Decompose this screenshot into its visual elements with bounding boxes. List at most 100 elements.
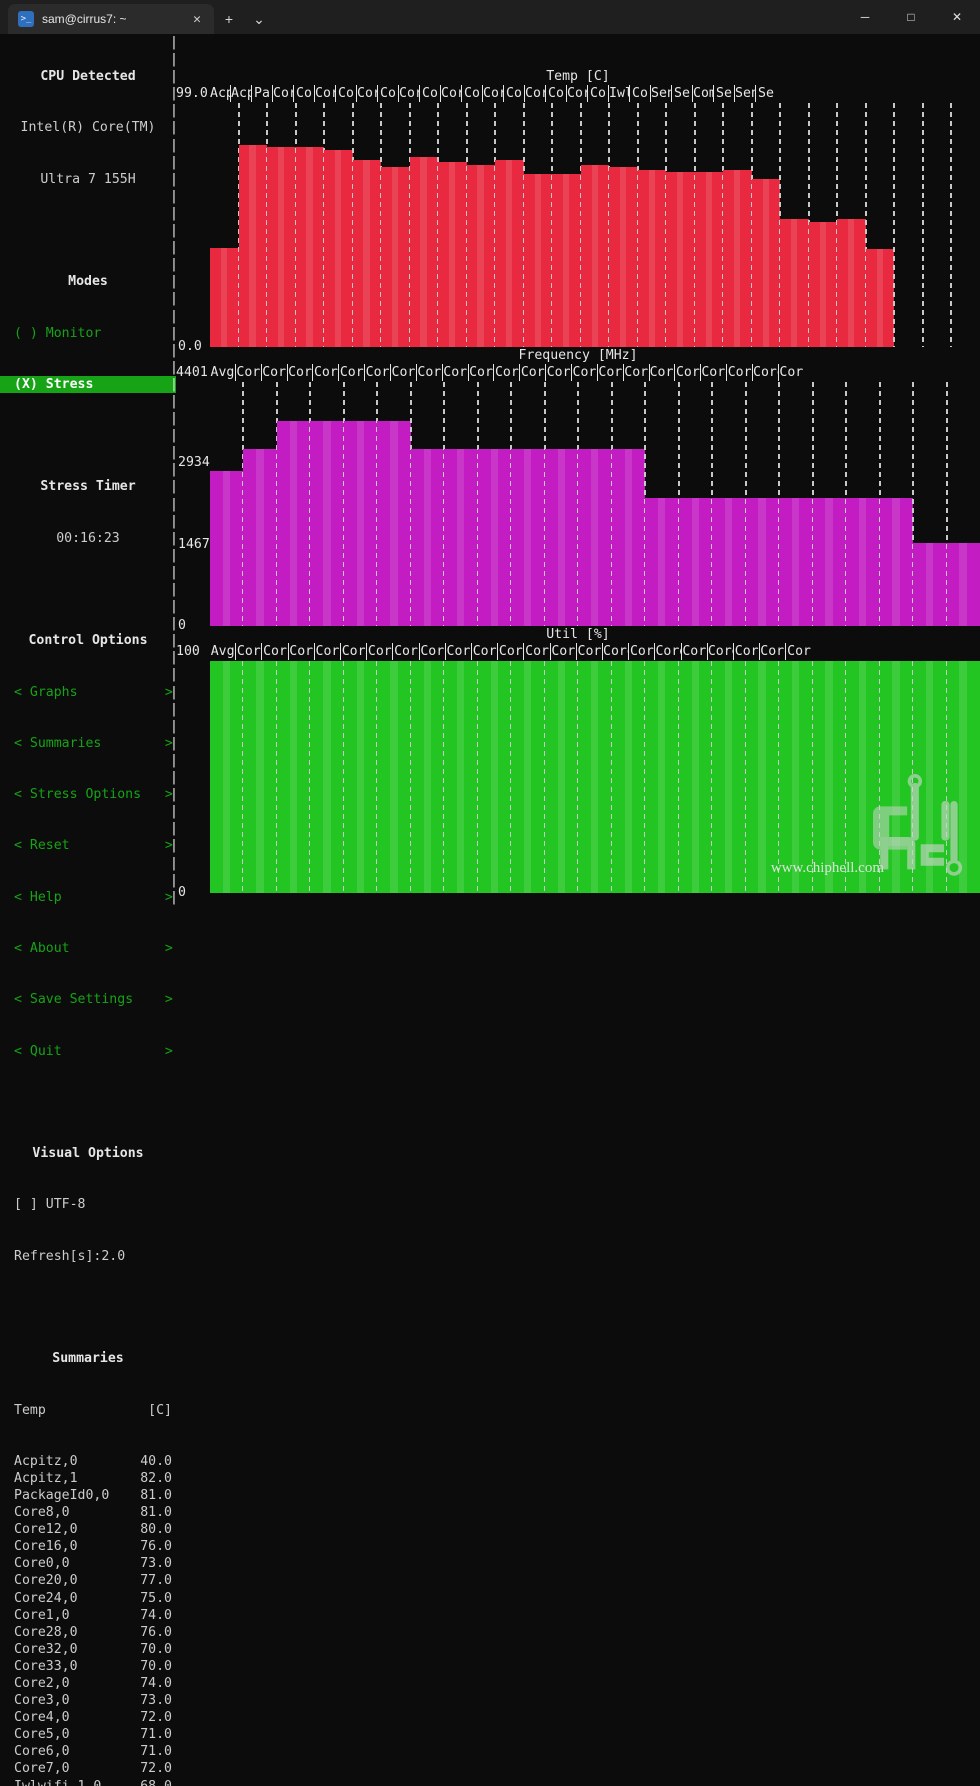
chart-bar-slot	[210, 382, 245, 627]
maximize-button[interactable]: □	[888, 0, 934, 34]
chart-header-row: 4401 Avg Cor Cor Cor Cor Cor Cor Cor Cor Cor Cor Cor…	[176, 364, 804, 382]
chart-category-label: Cor	[236, 364, 262, 382]
chart-bar	[310, 420, 344, 627]
chart-category-label: Cor	[394, 643, 420, 661]
chart-bar-slot	[678, 382, 714, 626]
control-item-reset[interactable]: < Reset >	[0, 837, 176, 854]
summary-row: Core24,0 75.0	[0, 1590, 176, 1607]
chart-plot-area: 0 1467 2934	[176, 382, 980, 633]
summary-sensor-value: 73.0	[140, 1693, 172, 1709]
chart-bar	[444, 661, 478, 893]
chart-bar-slot	[611, 382, 647, 627]
chart-category-label: Cor	[787, 644, 811, 660]
summary-row: Core33,0 70.0	[0, 1658, 176, 1675]
chart-bar-slot	[511, 382, 546, 627]
mode-stress-option[interactable]: (X) Stress	[0, 375, 176, 393]
chart-bar	[377, 661, 411, 893]
cpu-model-line1: Intel(R) Core(TM)	[20, 120, 156, 136]
chart-bar	[523, 174, 553, 347]
chart-category-label: Se	[758, 86, 774, 102]
summary-sensor-value: 68.0	[140, 1778, 172, 1786]
chart-category-label: Core	[655, 643, 682, 661]
summary-sensor-name: Core33,0	[14, 1658, 78, 1674]
control-item-summaries[interactable]: < Summaries >	[0, 735, 176, 752]
chart-category-label: Avg	[210, 643, 237, 661]
chart-bar	[210, 661, 244, 893]
chart-category-label: Cor	[289, 643, 315, 661]
chart-bar-slot	[712, 661, 747, 893]
chart-ymax-label: 4401	[176, 365, 208, 381]
chart-bar-slot	[637, 103, 668, 348]
chart-bar	[580, 164, 610, 348]
summary-sensor-name: Core3,0	[14, 1693, 70, 1709]
graphs-area: Temp [C]99.0AcpAcpPaCorCoCorCoCorCoCorCo…	[176, 34, 980, 900]
chart-bar	[377, 420, 411, 627]
chart-category-label: Cor	[675, 364, 702, 382]
chevron-down-icon[interactable]: ⌄	[244, 4, 274, 34]
chart-bar	[780, 219, 809, 347]
chart-bar-slot	[377, 661, 412, 893]
utf8-checkbox[interactable]: [ ] UTF-8	[0, 1196, 176, 1213]
control-item-save-settings[interactable]: < Save Settings >	[0, 991, 176, 1008]
chart-category-label: Core	[650, 364, 676, 382]
control-item-quit[interactable]: < Quit >	[0, 1043, 176, 1060]
summary-sensor-value: 73.0	[140, 1556, 172, 1572]
chart-category-label: Cor	[734, 643, 761, 661]
chart-bar	[495, 159, 524, 348]
mode-monitor-option[interactable]: ( ) Monitor	[0, 325, 176, 342]
control-item-graphs[interactable]: < Graphs >	[0, 684, 176, 701]
chart-category-label: Co	[420, 85, 441, 103]
chart-bar	[343, 420, 378, 627]
minimize-button[interactable]: ─	[842, 0, 888, 34]
refresh-interval-field[interactable]: Refresh[s]:2.0	[0, 1248, 176, 1265]
chiphell-logo	[873, 774, 963, 876]
chart-bar-slot	[678, 661, 714, 893]
summaries-heading: Summaries	[52, 1351, 124, 1367]
new-tab-button[interactable]: +	[214, 4, 244, 34]
chart-bar-slot	[438, 103, 468, 347]
close-window-button[interactable]: ✕	[934, 0, 980, 34]
chart-bar-slot	[578, 382, 613, 627]
tab-close-icon[interactable]: ✕	[186, 8, 208, 30]
chart-category-label: Sen	[735, 85, 756, 103]
control-item-stress-options[interactable]: < Stress Options >	[0, 786, 176, 803]
chart-category-label: Cor	[357, 85, 378, 103]
chart-category-label: Cor	[472, 643, 499, 661]
control-sidebar: CPU Detected Intel(R) Core(TM) Ultra 7 1…	[0, 34, 176, 1786]
chart-category-label: Iwl	[609, 85, 630, 103]
summaries-column-header: Temp [C]	[0, 1402, 176, 1419]
chart-bar	[352, 159, 382, 348]
chart-bar	[409, 157, 439, 347]
chart-bar-slot	[243, 661, 278, 893]
control-item-help[interactable]: < Help >	[0, 889, 176, 906]
chart-title: Temp [C]	[546, 69, 610, 84]
chart-bar	[276, 420, 311, 627]
control-item-about[interactable]: < About >	[0, 940, 176, 957]
chart-bar	[645, 661, 679, 893]
chart-bar-slot	[865, 103, 896, 348]
chart-bar-slot	[779, 382, 814, 626]
summary-row: Core28,0 76.0	[0, 1624, 176, 1641]
summary-sensor-value: 76.0	[140, 1539, 172, 1555]
chart-bar	[466, 164, 496, 348]
chart-bar	[837, 219, 866, 347]
chart-bar	[324, 149, 353, 348]
chart-category-label: Cor	[494, 364, 521, 382]
chart-bar	[544, 661, 579, 893]
chart-category-label: Cor	[577, 643, 604, 661]
chart-category-label: Cor	[315, 85, 336, 103]
chart-category-label: Cor	[779, 365, 804, 381]
chart-bar	[609, 167, 638, 347]
terminal-tab[interactable]: >_ sam@cirrus7: ~ ✕	[8, 4, 214, 34]
summary-row: Core12,0 80.0	[0, 1521, 176, 1538]
chart-category-label: Cor	[682, 643, 708, 661]
summary-sensor-name: Iwlwifi_1,0	[14, 1778, 101, 1786]
chart-bar	[694, 172, 724, 347]
summary-sensor-value: 70.0	[140, 1658, 172, 1674]
summary-row: Core1,0 74.0	[0, 1607, 176, 1624]
chart-bar	[745, 661, 780, 893]
chart-bar	[712, 661, 746, 893]
chart-category-label: Cor	[339, 364, 366, 382]
util-chart: Util [%] 100 Avg Cor Cor Cor Cor Cor Cor Cor Cor Co…	[176, 626, 980, 900]
chart-category-label: Cor	[567, 85, 588, 103]
